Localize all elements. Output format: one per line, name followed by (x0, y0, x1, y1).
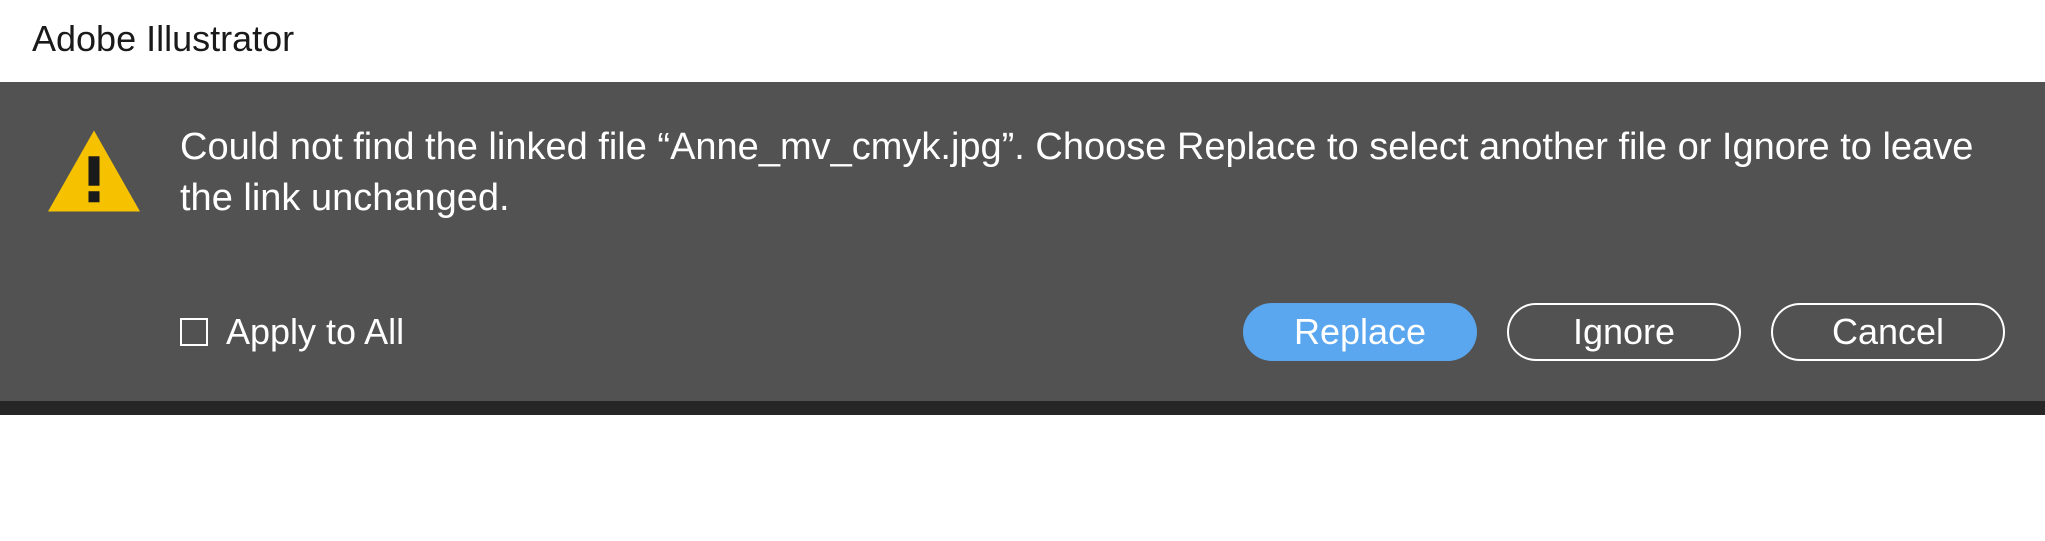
icon-column (48, 122, 140, 361)
button-row: Replace Ignore Cancel (1243, 303, 2005, 361)
cancel-button[interactable]: Cancel (1771, 303, 2005, 361)
apply-to-all-checkbox[interactable]: Apply to All (180, 311, 404, 353)
replace-button[interactable]: Replace (1243, 303, 1477, 361)
ignore-button[interactable]: Ignore (1507, 303, 1741, 361)
content-column: Could not find the linked file “Anne_mv_… (180, 122, 2005, 361)
apply-to-all-label: Apply to All (226, 311, 404, 353)
controls-row: Apply to All Replace Ignore Cancel (180, 303, 2005, 361)
dialog-body: Could not find the linked file “Anne_mv_… (0, 82, 2045, 401)
window-title: Adobe Illustrator (0, 0, 2045, 82)
warning-icon (48, 130, 140, 212)
dialog-message: Could not find the linked file “Anne_mv_… (180, 122, 2005, 225)
checkbox-box[interactable] (180, 318, 208, 346)
bottom-strip (0, 401, 2045, 415)
